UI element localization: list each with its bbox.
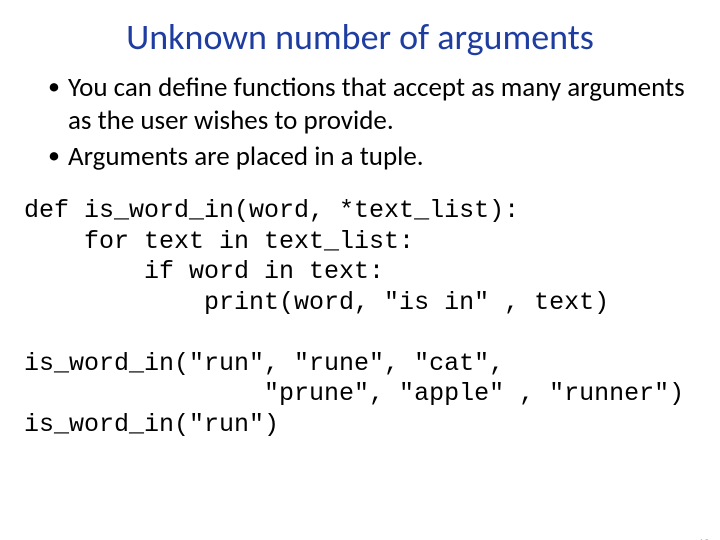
bullet-list: You can define functions that accept as … — [48, 72, 692, 175]
bullet-item: You can define functions that accept as … — [48, 72, 692, 138]
code-block: def is_word_in(word, *text_list): for te… — [24, 196, 696, 440]
slide-title: Unknown number of arguments — [40, 18, 680, 58]
bullet-item: Arguments are placed in a tuple. — [48, 141, 692, 174]
slide: Unknown number of arguments You can defi… — [0, 18, 720, 540]
